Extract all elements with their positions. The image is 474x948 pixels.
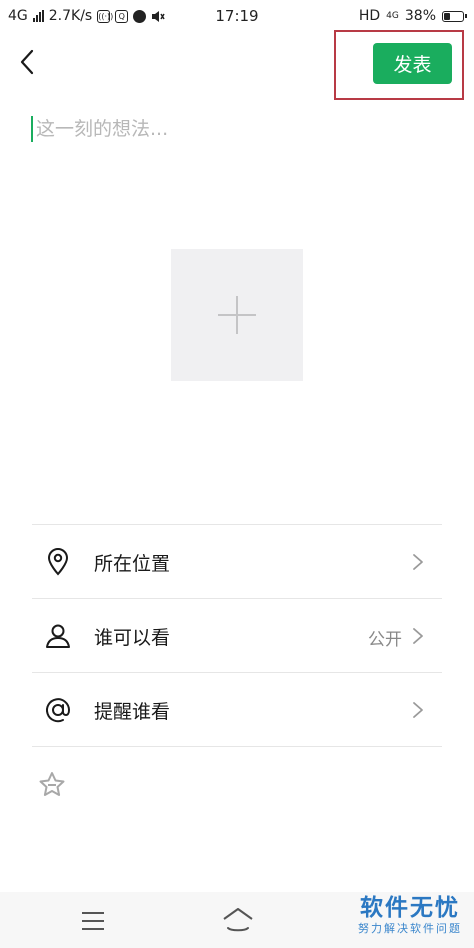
option-location-label: 所在位置 — [94, 553, 171, 575]
person-icon — [44, 621, 72, 651]
option-visibility[interactable]: 谁可以看 公开 — [32, 599, 442, 673]
post-options-list: 所在位置 谁可以看 公开 提醒谁看 — [32, 524, 442, 747]
watermark-subtitle: 努力解决软件问题 — [358, 922, 462, 935]
battery-fill — [444, 12, 450, 20]
battery-icon — [442, 10, 467, 22]
back-button[interactable] — [12, 44, 42, 80]
at-icon — [44, 695, 72, 725]
option-visibility-label: 谁可以看 — [94, 627, 171, 649]
chevron-right-icon — [413, 628, 423, 644]
plus-icon — [218, 296, 256, 334]
watermark: 软件无忧 努力解决软件问题 — [358, 894, 462, 936]
home-icon[interactable] — [221, 906, 255, 934]
publish-button[interactable]: 发表 — [373, 43, 452, 84]
option-location[interactable]: 所在位置 — [32, 525, 442, 599]
location-pin-icon — [44, 547, 72, 577]
option-mention[interactable]: 提醒谁看 — [32, 673, 442, 747]
status-bar: 4G 2.7K/s ((·)) Q 17:19 HD 4G 38% — [0, 0, 474, 34]
add-photo-button[interactable] — [171, 249, 303, 381]
chevron-right-icon — [413, 554, 423, 570]
text-caret — [31, 116, 33, 142]
thoughts-input[interactable] — [30, 112, 456, 146]
chevron-left-icon — [20, 49, 34, 75]
menu-icon[interactable] — [80, 910, 106, 932]
option-visibility-value: 公开 — [368, 630, 402, 650]
option-mention-label: 提醒谁看 — [94, 701, 171, 723]
status-right: HD 4G 38% — [358, 8, 467, 24]
chevron-right-icon — [413, 702, 423, 718]
hd-label: HD — [358, 8, 381, 24]
watermark-title: 软件无忧 — [360, 895, 460, 921]
network-right: 4G — [386, 11, 399, 21]
battery-percent: 38% — [404, 8, 436, 24]
star-icon[interactable] — [38, 771, 66, 799]
